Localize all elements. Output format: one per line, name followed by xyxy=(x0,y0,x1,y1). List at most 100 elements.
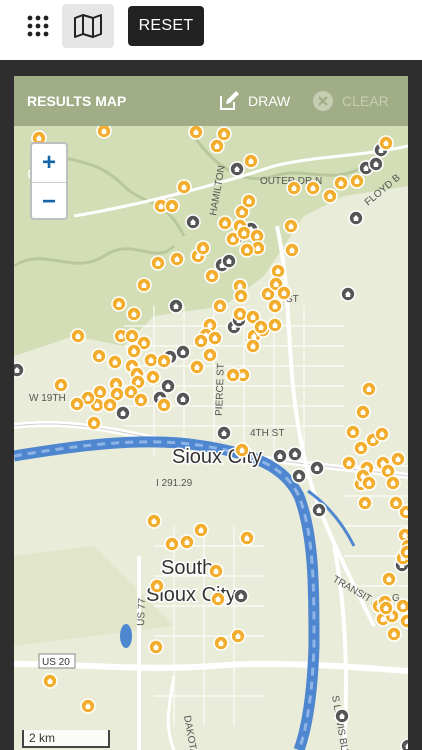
zoom-out-button[interactable]: − xyxy=(32,182,66,221)
result-marker[interactable] xyxy=(42,673,58,689)
result-marker[interactable] xyxy=(286,180,302,196)
place-marker[interactable] xyxy=(229,161,245,177)
result-marker[interactable] xyxy=(353,440,369,456)
result-marker[interactable] xyxy=(53,377,69,393)
result-marker[interactable] xyxy=(399,544,408,560)
result-marker[interactable] xyxy=(239,530,255,546)
grid-menu-button[interactable] xyxy=(20,8,56,44)
result-marker[interactable] xyxy=(374,426,390,442)
result-marker[interactable] xyxy=(381,571,397,587)
place-marker[interactable] xyxy=(168,298,184,314)
result-marker[interactable] xyxy=(150,255,166,271)
result-marker[interactable] xyxy=(284,242,300,258)
result-marker[interactable] xyxy=(305,180,321,196)
result-marker[interactable] xyxy=(395,598,408,614)
place-marker[interactable] xyxy=(291,468,307,484)
result-marker[interactable] xyxy=(349,173,365,189)
result-marker[interactable] xyxy=(202,347,218,363)
result-marker[interactable] xyxy=(245,338,261,354)
result-marker[interactable] xyxy=(333,175,349,191)
place-marker[interactable] xyxy=(348,210,364,226)
result-marker[interactable] xyxy=(208,563,224,579)
result-marker[interactable] xyxy=(69,396,85,412)
result-marker[interactable] xyxy=(388,495,404,511)
place-marker[interactable] xyxy=(311,502,327,518)
result-marker[interactable] xyxy=(399,613,408,629)
result-marker[interactable] xyxy=(188,126,204,140)
result-marker[interactable] xyxy=(385,475,401,491)
result-marker[interactable] xyxy=(361,475,377,491)
result-marker[interactable] xyxy=(233,288,249,304)
result-marker[interactable] xyxy=(96,126,112,139)
result-marker[interactable] xyxy=(210,591,226,607)
place-marker[interactable] xyxy=(287,446,303,462)
result-marker[interactable] xyxy=(204,268,220,284)
place-marker[interactable] xyxy=(233,588,249,604)
result-marker[interactable] xyxy=(126,306,142,322)
result-marker[interactable] xyxy=(70,328,86,344)
result-marker[interactable] xyxy=(207,330,223,346)
map-canvas[interactable]: Sioux City South Sioux City HAMILTON OUTE… xyxy=(14,126,408,750)
result-marker[interactable] xyxy=(378,600,394,616)
result-marker[interactable] xyxy=(236,225,252,241)
place-marker[interactable] xyxy=(368,156,384,172)
result-marker[interactable] xyxy=(193,333,209,349)
result-marker[interactable] xyxy=(267,298,283,314)
place-marker[interactable] xyxy=(334,708,350,724)
map-view-button[interactable] xyxy=(62,4,114,48)
result-marker[interactable] xyxy=(253,319,269,335)
result-marker[interactable] xyxy=(283,218,299,234)
result-marker[interactable] xyxy=(267,317,283,333)
result-marker[interactable] xyxy=(234,442,250,458)
clear-button[interactable]: CLEAR xyxy=(312,90,389,112)
result-marker[interactable] xyxy=(164,198,180,214)
result-marker[interactable] xyxy=(143,352,159,368)
results-map[interactable]: Sioux City South Sioux City HAMILTON OUTE… xyxy=(14,126,408,750)
result-marker[interactable] xyxy=(355,404,371,420)
place-marker[interactable] xyxy=(175,391,191,407)
result-marker[interactable] xyxy=(133,392,149,408)
result-marker[interactable] xyxy=(169,251,185,267)
result-marker[interactable] xyxy=(126,343,142,359)
result-marker[interactable] xyxy=(148,639,164,655)
result-marker[interactable] xyxy=(390,451,406,467)
place-marker[interactable] xyxy=(309,460,325,476)
place-marker[interactable] xyxy=(272,448,288,464)
result-marker[interactable] xyxy=(213,635,229,651)
result-marker[interactable] xyxy=(179,534,195,550)
place-marker[interactable] xyxy=(216,425,232,441)
result-marker[interactable] xyxy=(241,193,257,209)
result-marker[interactable] xyxy=(86,415,102,431)
place-marker[interactable] xyxy=(175,344,191,360)
result-marker[interactable] xyxy=(209,138,225,154)
result-marker[interactable] xyxy=(386,626,402,642)
result-marker[interactable] xyxy=(225,367,241,383)
result-marker[interactable] xyxy=(270,263,286,279)
result-marker[interactable] xyxy=(156,397,172,413)
result-marker[interactable] xyxy=(357,495,373,511)
result-marker[interactable] xyxy=(176,179,192,195)
result-marker[interactable] xyxy=(276,285,292,301)
result-marker[interactable] xyxy=(341,455,357,471)
result-marker[interactable] xyxy=(378,135,394,151)
result-marker[interactable] xyxy=(102,397,118,413)
result-marker[interactable] xyxy=(195,240,211,256)
place-marker[interactable] xyxy=(115,405,131,421)
result-marker[interactable] xyxy=(193,522,209,538)
result-marker[interactable] xyxy=(145,369,161,385)
result-marker[interactable] xyxy=(107,354,123,370)
result-marker[interactable] xyxy=(111,296,127,312)
result-marker[interactable] xyxy=(164,536,180,552)
result-marker[interactable] xyxy=(322,188,338,204)
result-marker[interactable] xyxy=(189,359,205,375)
result-marker[interactable] xyxy=(230,628,246,644)
reset-button[interactable]: RESET xyxy=(128,6,204,46)
result-marker[interactable] xyxy=(146,513,162,529)
place-marker[interactable] xyxy=(185,214,201,230)
result-marker[interactable] xyxy=(80,698,96,714)
result-marker[interactable] xyxy=(91,348,107,364)
result-marker[interactable] xyxy=(239,242,255,258)
result-marker[interactable] xyxy=(212,298,228,314)
result-marker[interactable] xyxy=(232,306,248,322)
result-marker[interactable] xyxy=(361,381,377,397)
